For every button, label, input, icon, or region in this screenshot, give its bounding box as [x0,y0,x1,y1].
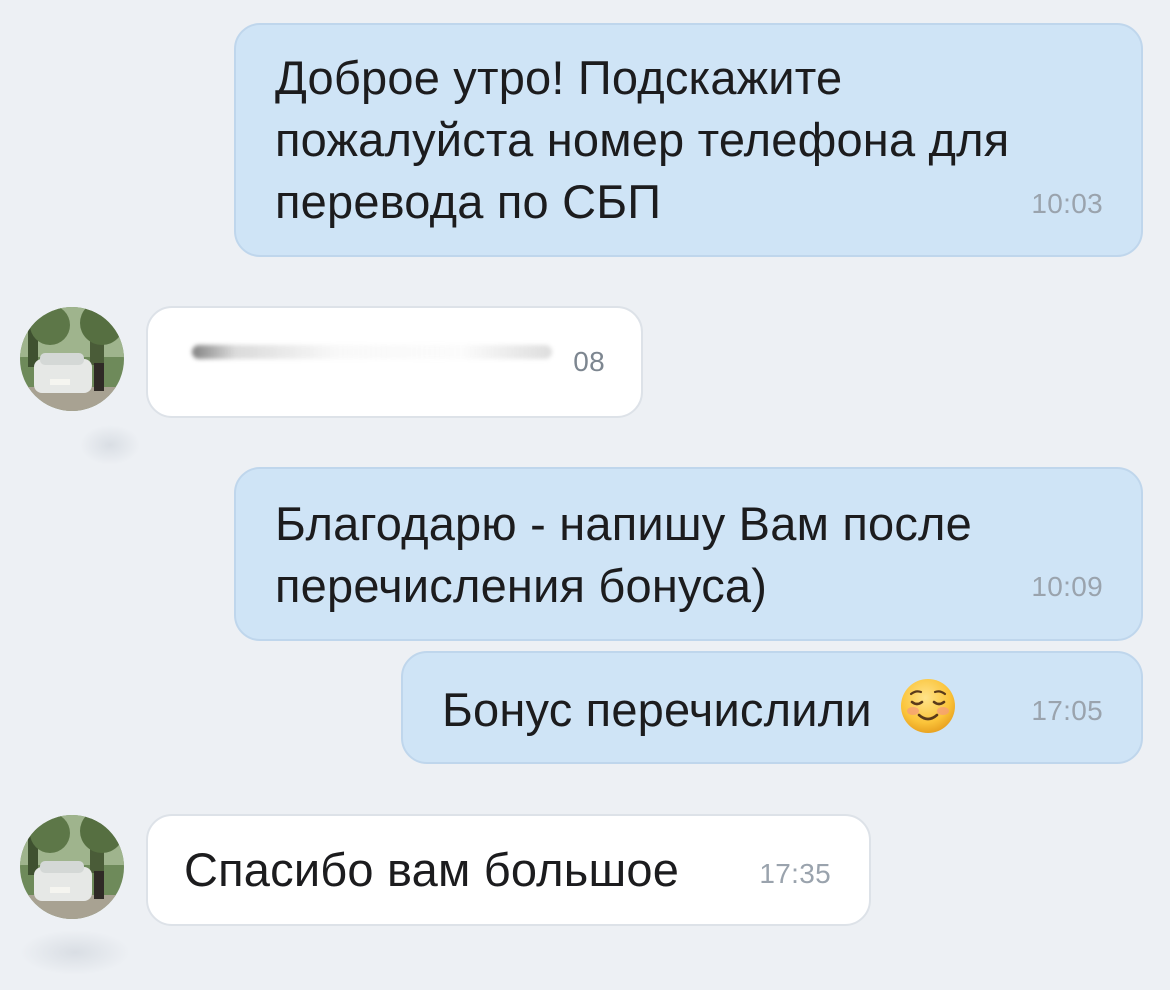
message-bubble-outgoing[interactable]: Благодарю - напишу Вам после перечислени… [234,467,1143,641]
message-text-content: Бонус перечислили [442,682,872,736]
contact-avatar[interactable] [20,815,124,919]
message-time: 10:03 [1031,188,1103,219]
relieved-smiling-face-icon [899,677,957,750]
message-bubble-incoming[interactable]: Спасибо вам большое 17:35 [146,814,871,926]
message-text: Бонус перечислили [442,677,957,750]
contact-avatar[interactable] [20,307,124,411]
message-text: Доброе утро! Подскажите пожалуйста номер… [275,51,1010,228]
message-text: Благодарю - напишу Вам после перечислени… [275,497,972,612]
avatar-photo-icon [20,815,124,919]
message-time: 17:35 [759,858,831,889]
message-text: Спасибо вам большое [184,843,680,896]
message-time: 08 [573,346,605,377]
message-bubble-outgoing[interactable]: Бонус перечислили 17:05 [401,651,1143,764]
message-time: 10:09 [1031,571,1103,602]
message-bubble-incoming[interactable]: 08 [146,306,643,418]
redacted-text [192,345,552,359]
message-bubble-outgoing[interactable]: Доброе утро! Подскажите пожалуйста номер… [234,23,1143,257]
message-time: 17:05 [1031,695,1103,726]
avatar-photo-icon [20,307,124,411]
